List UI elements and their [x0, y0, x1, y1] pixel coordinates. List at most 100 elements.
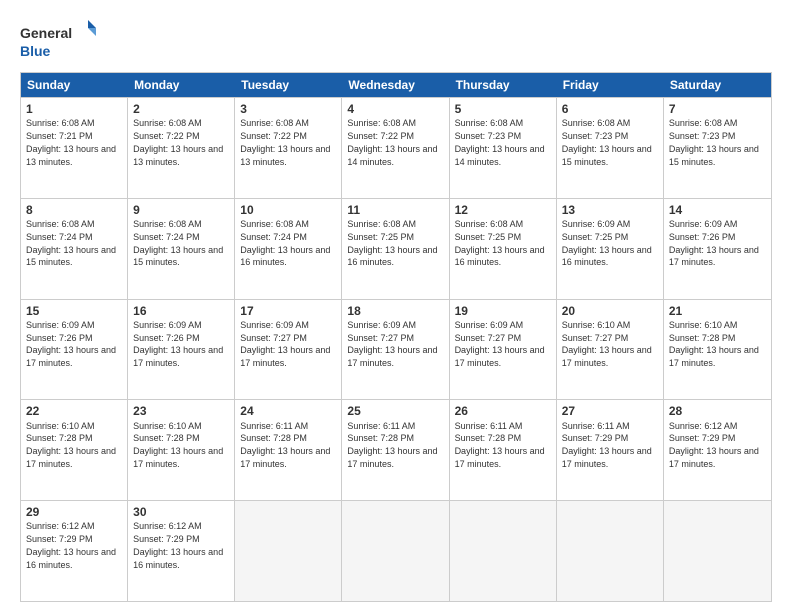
header-wednesday: Wednesday — [342, 73, 449, 97]
calendar-week-4: 22 Sunrise: 6:10 AMSunset: 7:28 PMDaylig… — [21, 399, 771, 500]
calendar-cell-9: 9 Sunrise: 6:08 AMSunset: 7:24 PMDayligh… — [128, 199, 235, 299]
day-number: 19 — [455, 303, 551, 319]
calendar-cell-30: 30 Sunrise: 6:12 AMSunset: 7:29 PMDaylig… — [128, 501, 235, 601]
calendar-cell-4: 4 Sunrise: 6:08 AMSunset: 7:22 PMDayligh… — [342, 98, 449, 198]
cell-info: Sunrise: 6:08 AMSunset: 7:25 PMDaylight:… — [455, 219, 545, 267]
logo: General Blue — [20, 18, 100, 62]
calendar-cell-empty — [235, 501, 342, 601]
calendar-cell-17: 17 Sunrise: 6:09 AMSunset: 7:27 PMDaylig… — [235, 300, 342, 400]
cell-info: Sunrise: 6:11 AMSunset: 7:28 PMDaylight:… — [240, 421, 330, 469]
calendar-body: 1 Sunrise: 6:08 AMSunset: 7:21 PMDayligh… — [21, 97, 771, 601]
svg-text:General: General — [20, 25, 72, 41]
day-number: 10 — [240, 202, 336, 218]
cell-info: Sunrise: 6:10 AMSunset: 7:28 PMDaylight:… — [26, 421, 116, 469]
general-blue-logo-icon: General Blue — [20, 18, 100, 62]
cell-info: Sunrise: 6:10 AMSunset: 7:27 PMDaylight:… — [562, 320, 652, 368]
calendar-cell-16: 16 Sunrise: 6:09 AMSunset: 7:26 PMDaylig… — [128, 300, 235, 400]
day-number: 22 — [26, 403, 122, 419]
calendar-cell-23: 23 Sunrise: 6:10 AMSunset: 7:28 PMDaylig… — [128, 400, 235, 500]
day-number: 13 — [562, 202, 658, 218]
calendar-cell-11: 11 Sunrise: 6:08 AMSunset: 7:25 PMDaylig… — [342, 199, 449, 299]
day-number: 2 — [133, 101, 229, 117]
cell-info: Sunrise: 6:10 AMSunset: 7:28 PMDaylight:… — [669, 320, 759, 368]
day-number: 17 — [240, 303, 336, 319]
cell-info: Sunrise: 6:11 AMSunset: 7:28 PMDaylight:… — [347, 421, 437, 469]
cell-info: Sunrise: 6:08 AMSunset: 7:23 PMDaylight:… — [455, 118, 545, 166]
cell-info: Sunrise: 6:08 AMSunset: 7:24 PMDaylight:… — [240, 219, 330, 267]
day-number: 14 — [669, 202, 766, 218]
calendar-cell-15: 15 Sunrise: 6:09 AMSunset: 7:26 PMDaylig… — [21, 300, 128, 400]
calendar-week-5: 29 Sunrise: 6:12 AMSunset: 7:29 PMDaylig… — [21, 500, 771, 601]
calendar-cell-5: 5 Sunrise: 6:08 AMSunset: 7:23 PMDayligh… — [450, 98, 557, 198]
cell-info: Sunrise: 6:09 AMSunset: 7:26 PMDaylight:… — [669, 219, 759, 267]
cell-info: Sunrise: 6:10 AMSunset: 7:28 PMDaylight:… — [133, 421, 223, 469]
calendar-cell-25: 25 Sunrise: 6:11 AMSunset: 7:28 PMDaylig… — [342, 400, 449, 500]
calendar-cell-22: 22 Sunrise: 6:10 AMSunset: 7:28 PMDaylig… — [21, 400, 128, 500]
day-number: 21 — [669, 303, 766, 319]
day-number: 15 — [26, 303, 122, 319]
calendar-cell-empty — [664, 501, 771, 601]
day-number: 18 — [347, 303, 443, 319]
day-number: 5 — [455, 101, 551, 117]
day-number: 1 — [26, 101, 122, 117]
cell-info: Sunrise: 6:09 AMSunset: 7:27 PMDaylight:… — [347, 320, 437, 368]
cell-info: Sunrise: 6:08 AMSunset: 7:22 PMDaylight:… — [347, 118, 437, 166]
calendar-cell-24: 24 Sunrise: 6:11 AMSunset: 7:28 PMDaylig… — [235, 400, 342, 500]
day-number: 4 — [347, 101, 443, 117]
cell-info: Sunrise: 6:08 AMSunset: 7:22 PMDaylight:… — [133, 118, 223, 166]
calendar-week-2: 8 Sunrise: 6:08 AMSunset: 7:24 PMDayligh… — [21, 198, 771, 299]
day-number: 30 — [133, 504, 229, 520]
day-number: 3 — [240, 101, 336, 117]
day-number: 20 — [562, 303, 658, 319]
cell-info: Sunrise: 6:08 AMSunset: 7:21 PMDaylight:… — [26, 118, 116, 166]
header-monday: Monday — [128, 73, 235, 97]
calendar-cell-29: 29 Sunrise: 6:12 AMSunset: 7:29 PMDaylig… — [21, 501, 128, 601]
cell-info: Sunrise: 6:11 AMSunset: 7:29 PMDaylight:… — [562, 421, 652, 469]
calendar-week-3: 15 Sunrise: 6:09 AMSunset: 7:26 PMDaylig… — [21, 299, 771, 400]
day-number: 29 — [26, 504, 122, 520]
day-number: 6 — [562, 101, 658, 117]
calendar-cell-18: 18 Sunrise: 6:09 AMSunset: 7:27 PMDaylig… — [342, 300, 449, 400]
calendar-cell-empty — [342, 501, 449, 601]
cell-info: Sunrise: 6:12 AMSunset: 7:29 PMDaylight:… — [26, 521, 116, 569]
calendar-cell-26: 26 Sunrise: 6:11 AMSunset: 7:28 PMDaylig… — [450, 400, 557, 500]
day-number: 23 — [133, 403, 229, 419]
calendar-cell-10: 10 Sunrise: 6:08 AMSunset: 7:24 PMDaylig… — [235, 199, 342, 299]
day-number: 25 — [347, 403, 443, 419]
svg-text:Blue: Blue — [20, 43, 51, 59]
day-number: 9 — [133, 202, 229, 218]
calendar-cell-21: 21 Sunrise: 6:10 AMSunset: 7:28 PMDaylig… — [664, 300, 771, 400]
day-number: 16 — [133, 303, 229, 319]
calendar-cell-8: 8 Sunrise: 6:08 AMSunset: 7:24 PMDayligh… — [21, 199, 128, 299]
calendar-header: Sunday Monday Tuesday Wednesday Thursday… — [21, 73, 771, 97]
calendar: Sunday Monday Tuesday Wednesday Thursday… — [20, 72, 772, 602]
day-number: 26 — [455, 403, 551, 419]
calendar-cell-6: 6 Sunrise: 6:08 AMSunset: 7:23 PMDayligh… — [557, 98, 664, 198]
calendar-cell-3: 3 Sunrise: 6:08 AMSunset: 7:22 PMDayligh… — [235, 98, 342, 198]
calendar-cell-28: 28 Sunrise: 6:12 AMSunset: 7:29 PMDaylig… — [664, 400, 771, 500]
header-sunday: Sunday — [21, 73, 128, 97]
calendar-cell-empty — [450, 501, 557, 601]
day-number: 28 — [669, 403, 766, 419]
cell-info: Sunrise: 6:08 AMSunset: 7:25 PMDaylight:… — [347, 219, 437, 267]
calendar-cell-1: 1 Sunrise: 6:08 AMSunset: 7:21 PMDayligh… — [21, 98, 128, 198]
calendar-cell-7: 7 Sunrise: 6:08 AMSunset: 7:23 PMDayligh… — [664, 98, 771, 198]
cell-info: Sunrise: 6:09 AMSunset: 7:26 PMDaylight:… — [26, 320, 116, 368]
calendar-cell-13: 13 Sunrise: 6:09 AMSunset: 7:25 PMDaylig… — [557, 199, 664, 299]
cell-info: Sunrise: 6:08 AMSunset: 7:23 PMDaylight:… — [562, 118, 652, 166]
calendar-cell-27: 27 Sunrise: 6:11 AMSunset: 7:29 PMDaylig… — [557, 400, 664, 500]
calendar-cell-19: 19 Sunrise: 6:09 AMSunset: 7:27 PMDaylig… — [450, 300, 557, 400]
cell-info: Sunrise: 6:12 AMSunset: 7:29 PMDaylight:… — [669, 421, 759, 469]
day-number: 27 — [562, 403, 658, 419]
calendar-cell-12: 12 Sunrise: 6:08 AMSunset: 7:25 PMDaylig… — [450, 199, 557, 299]
cell-info: Sunrise: 6:12 AMSunset: 7:29 PMDaylight:… — [133, 521, 223, 569]
cell-info: Sunrise: 6:08 AMSunset: 7:24 PMDaylight:… — [133, 219, 223, 267]
cell-info: Sunrise: 6:08 AMSunset: 7:23 PMDaylight:… — [669, 118, 759, 166]
cell-info: Sunrise: 6:09 AMSunset: 7:27 PMDaylight:… — [455, 320, 545, 368]
day-number: 8 — [26, 202, 122, 218]
header-tuesday: Tuesday — [235, 73, 342, 97]
cell-info: Sunrise: 6:09 AMSunset: 7:27 PMDaylight:… — [240, 320, 330, 368]
day-number: 12 — [455, 202, 551, 218]
day-number: 11 — [347, 202, 443, 218]
calendar-cell-2: 2 Sunrise: 6:08 AMSunset: 7:22 PMDayligh… — [128, 98, 235, 198]
